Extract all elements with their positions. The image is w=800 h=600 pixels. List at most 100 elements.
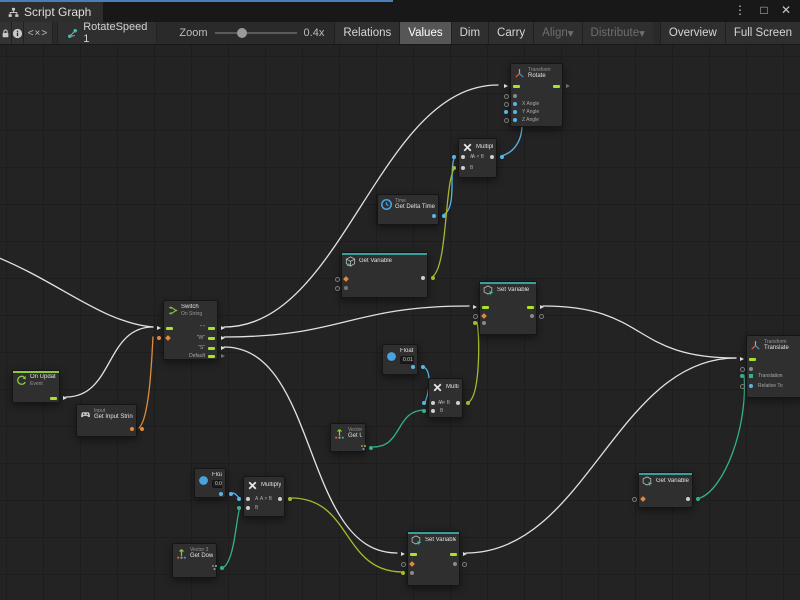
- vector3-icon: [176, 548, 187, 559]
- set-variable-icon: [483, 285, 494, 296]
- node-get-up[interactable]: Vector 3Get Up: [330, 423, 366, 452]
- dropdown-caret-icon: ▾: [639, 26, 645, 40]
- node-get-input-string[interactable]: InputGet Input String: [76, 404, 137, 437]
- node-float-2[interactable]: Float0.01: [194, 468, 226, 498]
- port-label: Y Angle: [522, 110, 539, 115]
- node-title-line: Get Up: [348, 433, 362, 440]
- node-title-line: Get Down: [190, 553, 213, 560]
- port-connection-indicator: [539, 314, 544, 319]
- port-flow-shape: [450, 553, 457, 556]
- port-dot-shape: [246, 506, 250, 510]
- node-get-down[interactable]: Vector 3Get Down: [172, 543, 217, 578]
- toolbar-button-distribute[interactable]: Distribute ▾: [582, 22, 653, 44]
- lock-button[interactable]: [0, 22, 12, 44]
- port-label: A × B: [438, 401, 450, 406]
- port-flow-shape: [208, 327, 215, 330]
- node-title-line: Get Delta Time: [395, 204, 435, 211]
- node-header: SwitchOn String: [164, 301, 217, 318]
- node-accent-bar: [408, 532, 459, 534]
- code-preview-button[interactable]: <×>: [24, 22, 53, 44]
- toolbar-button-overview[interactable]: Overview: [660, 22, 725, 44]
- vector3-icon: [334, 428, 345, 439]
- toolbar-button-label: Full Screen: [734, 27, 792, 39]
- port-dot-shape: [530, 314, 534, 318]
- tab-script-graph[interactable]: Script Graph: [0, 2, 103, 22]
- node-header: TransformTranslate: [747, 336, 800, 353]
- node-title-line: Get Variable: [359, 258, 392, 265]
- window-close-icon[interactable]: ✕: [778, 3, 794, 17]
- port-connection-indicator: [422, 409, 426, 413]
- port-dot-shape: [421, 276, 425, 280]
- node-value-input[interactable]: 0.01: [212, 480, 222, 488]
- port-label: B: [440, 409, 443, 414]
- node-get-variable-2[interactable]: Get Variable: [638, 472, 693, 508]
- node-set-variable-1[interactable]: Set Variable: [479, 281, 537, 335]
- port-label: "S": [198, 346, 205, 351]
- flow-arrow-icon: [221, 354, 225, 358]
- window-menu-icon[interactable]: ⋮: [732, 3, 748, 17]
- variable-icon: [345, 256, 356, 267]
- node-title-line: Translate: [764, 345, 789, 352]
- float-icon: [386, 351, 397, 362]
- port-label: B: [255, 506, 258, 511]
- port-label: A: [255, 497, 258, 502]
- clock-icon: [381, 199, 392, 210]
- port-label: Relative To: [758, 384, 783, 389]
- node-translate[interactable]: TransformTranslateTranslationRelative To: [746, 335, 800, 398]
- port-dot-shape: [749, 384, 753, 388]
- node-multiply-2[interactable]: MultiplyABA × B: [428, 378, 463, 418]
- toolbar-button-label: Overview: [669, 27, 717, 39]
- toolbar-button-carry[interactable]: Carry: [488, 22, 533, 44]
- port-flow-shape: [208, 355, 215, 358]
- port-label: " ": [200, 326, 205, 331]
- node-multiply-3[interactable]: MultiplyABA × B: [243, 476, 285, 517]
- set-variable-icon: [642, 476, 653, 487]
- node-value-input[interactable]: 0.01: [400, 356, 414, 364]
- port-flow-shape: [482, 306, 489, 309]
- zoom-slider[interactable]: [215, 27, 297, 39]
- port-dot-shape: [246, 497, 250, 501]
- node-title-line: On String: [181, 311, 202, 317]
- tab-title: Script Graph: [24, 5, 91, 19]
- script-graph-icon: [8, 7, 19, 18]
- port-dot-shape: [513, 102, 517, 106]
- port-connection-indicator: [473, 321, 477, 325]
- node-get-delta-time[interactable]: TimeGet Delta Time: [377, 194, 439, 225]
- port-connection-indicator: [696, 497, 700, 501]
- node-on-update[interactable]: On UpdateEvent: [12, 370, 60, 403]
- node-header: Set Variable: [408, 532, 459, 547]
- node-switch-on-string[interactable]: SwitchOn String" ""W""S"Default: [163, 300, 218, 360]
- node-header: Set Variable: [480, 282, 536, 297]
- node-get-variable-1[interactable]: Get Variable: [341, 252, 428, 298]
- graph-breadcrumb-button[interactable]: RotateSpeed 1: [58, 22, 157, 44]
- graph-canvas[interactable]: [0, 45, 800, 600]
- toolbar-button-values[interactable]: Values: [399, 22, 450, 44]
- node-multiply-1[interactable]: MultiplyABA × B: [458, 138, 497, 178]
- zoom-value: 0.4x: [304, 27, 325, 39]
- zoom-slider-thumb[interactable]: [237, 28, 247, 38]
- port-connection-indicator: [452, 166, 456, 170]
- toolbar-button-dim[interactable]: Dim: [451, 22, 488, 44]
- transform-icon: [750, 340, 761, 351]
- node-accent-bar: [480, 282, 536, 284]
- port-label: B: [470, 166, 473, 171]
- flow-arrow-icon: [401, 552, 405, 556]
- node-header: Get Variable: [639, 473, 692, 488]
- port-connection-indicator: [431, 276, 435, 280]
- node-title-line: Set Variable: [497, 287, 529, 294]
- zoom-slider-track[interactable]: [215, 32, 297, 34]
- node-float-1[interactable]: Float0.01: [382, 344, 418, 375]
- toolbar-button-align[interactable]: Align ▾: [533, 22, 581, 44]
- info-button[interactable]: [12, 22, 24, 44]
- window-maximize-icon[interactable]: □: [756, 3, 772, 17]
- port-dot-shape: [431, 401, 435, 405]
- port-dot-shape: [513, 110, 517, 114]
- toolbar-button-relations[interactable]: Relations: [334, 22, 399, 44]
- toolbar-button-full-screen[interactable]: Full Screen: [725, 22, 800, 44]
- graph-node-icon: [67, 28, 78, 39]
- node-set-variable-2[interactable]: Set Variable: [407, 531, 460, 586]
- switch-icon: [167, 305, 178, 316]
- node-accent-bar: [342, 253, 427, 255]
- node-rotate[interactable]: TransformRotateX AngleY AngleZ Angle: [510, 63, 563, 127]
- flow-arrow-icon: [221, 326, 225, 330]
